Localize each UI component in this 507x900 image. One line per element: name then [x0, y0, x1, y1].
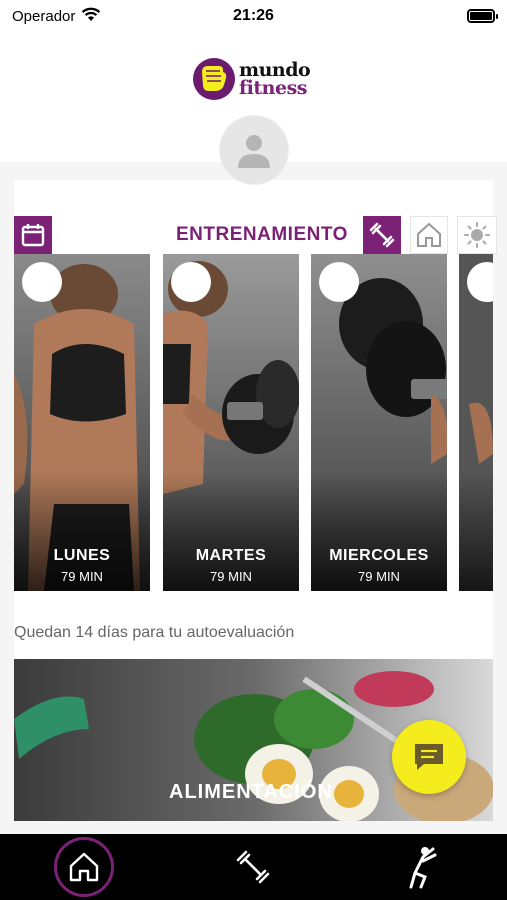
fist-logo-icon — [193, 58, 235, 100]
self-evaluation-notice: Quedan 14 días para tu autoevaluación — [14, 624, 295, 641]
completion-checkbox[interactable] — [171, 262, 211, 302]
category-outdoor-button[interactable] — [457, 216, 497, 254]
logo-text-fitness: fitness — [239, 77, 307, 99]
chat-icon — [415, 744, 443, 770]
calendar-icon — [21, 224, 45, 247]
day-name: MIERCOLES — [329, 547, 429, 564]
carrier-label: Operador — [12, 7, 76, 25]
nutrition-label: ALIMENTACIÓN — [169, 781, 333, 803]
tab-workout[interactable] — [222, 836, 284, 898]
calendar-button[interactable] — [14, 216, 52, 254]
day-card-next[interactable] — [459, 254, 493, 591]
tab-stretching[interactable] — [390, 836, 452, 898]
bottom-tab-bar — [0, 834, 507, 900]
day-duration: 79 MIN — [61, 569, 103, 584]
profile-avatar[interactable] — [220, 116, 288, 184]
chat-button[interactable] — [392, 720, 466, 794]
tab-home[interactable] — [54, 837, 114, 897]
sun-icon — [464, 222, 490, 248]
house-icon — [417, 222, 441, 247]
completion-checkbox[interactable] — [319, 262, 359, 302]
status-time: 21:26 — [233, 7, 274, 24]
home-icon — [69, 852, 99, 882]
logo-text: mundo fitness — [239, 61, 311, 99]
status-left: Operador — [12, 7, 152, 26]
status-bar: Operador 21:26 — [0, 0, 507, 32]
app-logo: mundo fitness — [193, 58, 311, 100]
day-card-martes[interactable]: MARTES 79 MIN — [163, 254, 299, 591]
day-card-lunes[interactable]: LUNES 79 MIN — [14, 254, 150, 591]
battery-icon — [466, 9, 498, 23]
training-section-header: ENTRENAMIENTO — [14, 216, 507, 254]
dumbbell-icon — [369, 222, 395, 248]
dumbbell-icon — [236, 850, 270, 884]
wifi-icon — [81, 7, 101, 26]
category-home-button[interactable] — [410, 216, 448, 254]
day-name: LUNES — [53, 547, 111, 564]
stretch-icon — [409, 847, 437, 889]
completion-checkbox[interactable] — [22, 262, 62, 302]
day-card-miercoles[interactable]: MIERCOLES 79 MIN — [311, 254, 447, 591]
category-gym-button[interactable] — [363, 216, 401, 254]
day-duration: 79 MIN — [358, 569, 400, 584]
section-title: ENTRENAMIENTO — [176, 224, 348, 245]
user-icon — [238, 135, 270, 168]
day-duration: 79 MIN — [210, 569, 252, 584]
day-name: MARTES — [195, 547, 267, 564]
status-right — [355, 9, 498, 23]
